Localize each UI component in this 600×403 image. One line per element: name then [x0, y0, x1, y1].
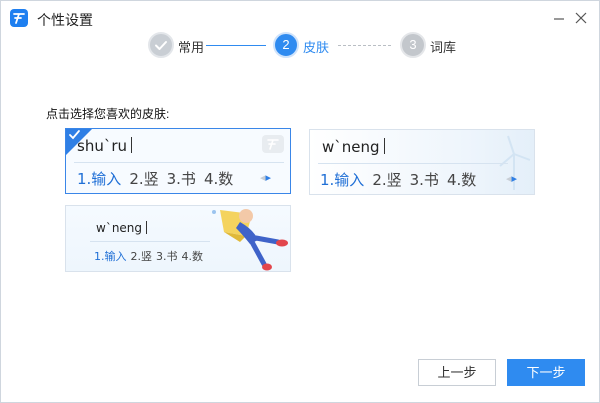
candidate-4: 4.数	[446, 171, 477, 189]
candidate-1: 1.输入	[77, 170, 122, 188]
flying-character-illustration	[212, 209, 288, 271]
step-connector-pending	[338, 45, 391, 46]
candidate-1: 1.输入	[94, 250, 127, 263]
step-number-skin: 2	[273, 32, 299, 58]
composition-text: shu`ru	[77, 137, 133, 155]
next-page-icon: ▸	[511, 173, 518, 185]
candidate-2: 2.竖	[372, 171, 402, 189]
skin-option-2[interactable]: w`neng 1.输入 2.竖 3.书 4.数 ◂▸	[309, 129, 535, 195]
minimize-icon	[554, 18, 564, 20]
skin-option-3[interactable]: w`neng 1.输入 2.竖 3.书 4.数	[65, 205, 291, 272]
ime-logo-icon	[262, 135, 284, 153]
step-number-dictionary: 3	[400, 32, 426, 58]
app-logo-icon	[10, 9, 28, 27]
previous-step-button[interactable]: 上一步	[418, 359, 496, 386]
divider	[318, 163, 508, 164]
title-bar: 个性设置	[1, 1, 599, 35]
skin-prompt: 点击选择您喜欢的皮肤:	[46, 107, 170, 121]
next-page-icon: ▸	[265, 172, 272, 184]
page-arrows: ◂▸	[506, 172, 517, 185]
composition-text: w`neng	[96, 221, 148, 235]
composition-text: w`neng	[322, 138, 385, 156]
divider	[74, 162, 284, 163]
check-icon	[148, 32, 174, 58]
candidate-2: 2.竖	[130, 250, 153, 263]
next-step-button[interactable]: 下一步	[507, 359, 585, 386]
candidate-3: 3.书	[166, 170, 196, 188]
step-label-common: 常用	[178, 40, 205, 55]
close-button[interactable]	[571, 8, 591, 28]
candidate-2: 2.竖	[129, 170, 159, 188]
window-title: 个性设置	[37, 12, 93, 28]
minimize-button[interactable]	[549, 8, 569, 28]
candidate-3: 3.书	[156, 250, 178, 263]
settings-window: 个性设置 常用 2 皮肤 3 词库 点击选择您喜欢的皮肤: shu`ru 1.输…	[0, 0, 600, 403]
step-label-skin: 皮肤	[303, 40, 330, 55]
candidate-4: 4.数	[203, 170, 234, 188]
skin-option-1[interactable]: shu`ru 1.输入 2.竖 3.书 4.数 ◂▸	[65, 128, 291, 194]
candidate-list: 1.输入 2.竖 3.书 4.数	[77, 168, 241, 189]
candidate-3: 3.书	[409, 171, 439, 189]
candidate-list: 1.输入 2.竖 3.书 4.数	[320, 169, 484, 190]
candidate-4: 4.数	[181, 250, 204, 263]
candidate-1: 1.输入	[320, 171, 365, 189]
step-label-dictionary: 词库	[430, 40, 457, 55]
step-connector-done	[206, 45, 266, 46]
divider	[90, 241, 210, 242]
page-arrows: ◂▸	[260, 171, 271, 184]
candidate-list: 1.输入 2.竖 3.书 4.数	[94, 248, 207, 264]
close-icon	[575, 12, 587, 24]
